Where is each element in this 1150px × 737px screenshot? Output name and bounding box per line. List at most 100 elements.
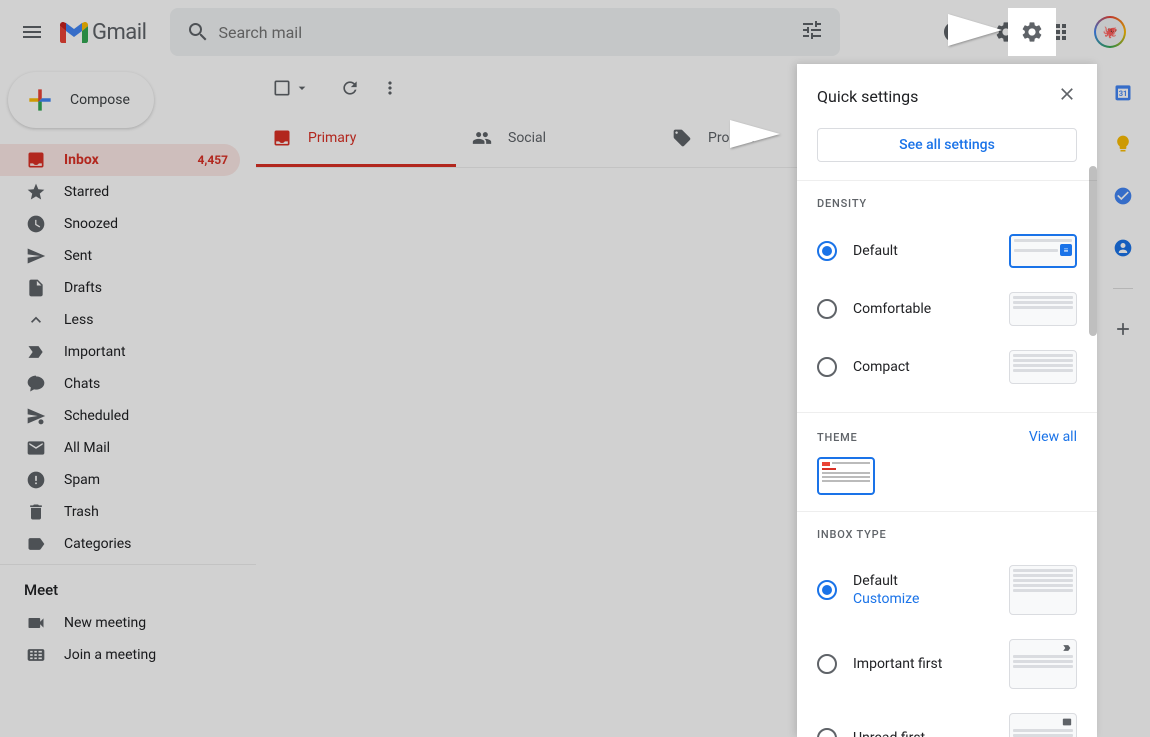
search-options-icon[interactable] — [792, 10, 832, 54]
sidebar-item-label: Trash — [64, 504, 99, 520]
sidebar-divider — [0, 564, 256, 565]
view-all-themes-link[interactable]: View all — [1029, 429, 1077, 445]
sidebar-item-label: Inbox — [64, 152, 99, 168]
send-icon — [26, 246, 46, 266]
checkbox-icon — [272, 78, 292, 98]
sidebar-item-categories[interactable]: Categories — [0, 528, 240, 560]
sidebar-item-spam[interactable]: Spam — [0, 464, 240, 496]
tutorial-arrow-settings — [948, 14, 1002, 46]
sidebar-item-trash[interactable]: Trash — [0, 496, 240, 528]
tasks-addon[interactable] — [1111, 184, 1135, 208]
sidebar-item-label: Starred — [64, 184, 109, 200]
sidebar-item-sent[interactable]: Sent — [0, 240, 240, 272]
sidebar-item-label: Drafts — [64, 280, 102, 296]
density-option-default[interactable]: Default ≡ — [817, 222, 1077, 280]
scheduled-icon — [26, 406, 46, 426]
account-button[interactable]: 🐙 — [1086, 8, 1134, 56]
label-icon — [26, 534, 46, 554]
option-label: Unread first — [853, 730, 993, 737]
density-section: DENSITY Default ≡ Comfortable Compact — [797, 180, 1097, 412]
close-button-hl[interactable] — [1053, 80, 1081, 112]
more-button[interactable] — [370, 68, 410, 108]
inbox-type-default[interactable]: Default Customize — [817, 553, 1077, 627]
sidebar-item-allmail[interactable]: All Mail — [0, 432, 240, 464]
keep-addon[interactable] — [1111, 132, 1135, 156]
keyboard-icon — [26, 645, 46, 665]
density-option-comfortable[interactable]: Comfortable — [817, 280, 1077, 338]
important-icon — [26, 342, 46, 362]
tab-label: Social — [508, 130, 546, 146]
tab-primary[interactable]: Primary — [256, 112, 456, 167]
scrollbar-thumb[interactable] — [1089, 166, 1097, 336]
refresh-button[interactable] — [330, 68, 370, 108]
mail-icon — [26, 438, 46, 458]
sidebar-item-snoozed[interactable]: Snoozed — [0, 208, 240, 240]
get-addons-button[interactable] — [1111, 317, 1135, 341]
people-icon — [472, 128, 492, 148]
density-option-compact[interactable]: Compact — [817, 338, 1077, 396]
sidebar-item-chats[interactable]: Chats — [0, 368, 240, 400]
sidebar-item-label: Less — [64, 312, 93, 328]
star-icon — [26, 182, 46, 202]
sidebar-item-less[interactable]: Less — [0, 304, 240, 336]
sidebar-item-label: Spam — [64, 472, 100, 488]
plus-icon — [24, 84, 56, 116]
gear-icon — [1020, 20, 1044, 44]
see-all-settings-button-hl[interactable]: See all settings — [817, 128, 1077, 162]
radio-icon — [817, 654, 837, 674]
radio-icon — [817, 241, 837, 261]
clock-icon — [26, 214, 46, 234]
sidebar-item-label: Chats — [64, 376, 100, 392]
gmail-logo[interactable]: Gmail — [60, 20, 146, 45]
quick-settings-title-hl: Quick settings — [817, 87, 918, 106]
search-bar[interactable] — [170, 8, 840, 56]
theme-section: THEME View all — [797, 412, 1097, 511]
inbox-type-unread[interactable]: Unread first — [817, 701, 1077, 737]
search-input[interactable] — [218, 23, 792, 42]
theme-thumbnail[interactable] — [817, 457, 875, 495]
inbox-count: 4,457 — [198, 153, 229, 167]
tab-social[interactable]: Social — [456, 112, 656, 167]
svg-text:31: 31 — [1118, 89, 1127, 98]
sidebar-item-drafts[interactable]: Drafts — [0, 272, 240, 304]
compose-button[interactable]: Compose — [8, 72, 154, 128]
chevron-up-icon — [26, 310, 46, 330]
calendar-addon[interactable]: 31 — [1111, 80, 1135, 104]
radio-icon — [817, 580, 837, 600]
sidebar-item-new-meeting[interactable]: New meeting — [0, 607, 240, 639]
search-icon[interactable] — [178, 12, 218, 52]
select-all-checkbox[interactable] — [272, 78, 310, 98]
inbox-type-important[interactable]: Important first — [817, 627, 1077, 701]
refresh-icon — [340, 78, 360, 98]
sidebar-item-label: All Mail — [64, 440, 110, 456]
close-icon — [1057, 84, 1077, 104]
option-label: Important first — [853, 656, 993, 672]
sidebar-item-label: Scheduled — [64, 408, 129, 424]
sidebar-item-inbox[interactable]: Inbox 4,457 — [0, 144, 240, 176]
gmail-logo-text: Gmail — [92, 20, 146, 45]
gmail-icon — [60, 21, 88, 43]
sidebar-item-label: Join a meeting — [64, 647, 156, 663]
chevron-down-icon — [294, 80, 310, 96]
sidebar-item-label: Important — [64, 344, 126, 360]
contacts-addon[interactable] — [1111, 236, 1135, 260]
inbox-preview — [1009, 639, 1077, 689]
inbox-icon — [26, 150, 46, 170]
main-menu-button[interactable] — [8, 8, 56, 56]
side-panel-divider — [1113, 288, 1133, 289]
tab-label: Primary — [308, 130, 356, 146]
density-preview — [1009, 350, 1077, 384]
inbox-type-title: INBOX TYPE — [817, 528, 887, 541]
customize-link[interactable]: Customize — [853, 591, 993, 607]
theme-title: THEME — [817, 431, 858, 444]
chat-icon — [26, 374, 46, 394]
sidebar-item-label: Snoozed — [64, 216, 118, 232]
sidebar-item-join-meeting[interactable]: Join a meeting — [0, 639, 240, 671]
settings-button-highlight[interactable] — [1008, 8, 1056, 56]
sidebar-item-label: Categories — [64, 536, 131, 552]
trash-icon — [26, 502, 46, 522]
sidebar-item-starred[interactable]: Starred — [0, 176, 240, 208]
sidebar-item-scheduled[interactable]: Scheduled — [0, 400, 240, 432]
inbox-preview — [1009, 565, 1077, 615]
sidebar-item-important[interactable]: Important — [0, 336, 240, 368]
